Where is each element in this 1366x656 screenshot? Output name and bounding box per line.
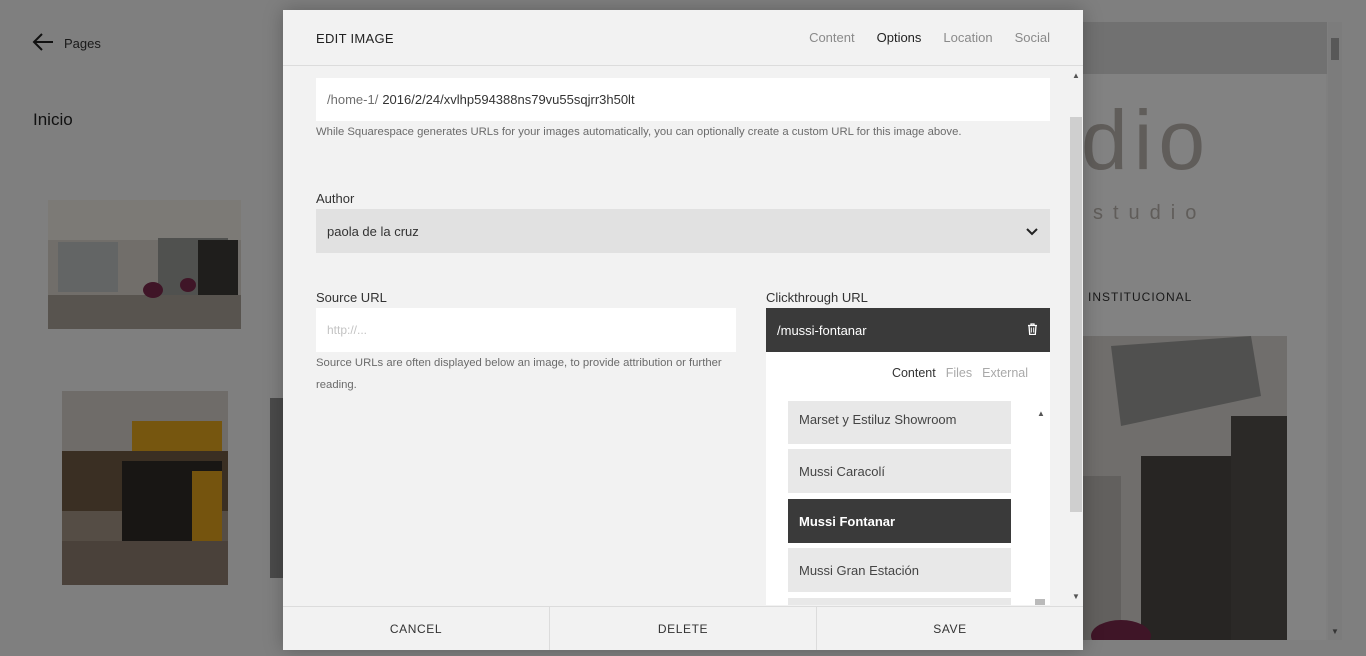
picker-list-item[interactable]: Mussi Caracolí	[788, 449, 1011, 493]
image-url-field[interactable]: /home-1/ 2016/2/24/xvlhp594388ns79vu55sq…	[316, 78, 1050, 121]
image-url-prefix: /home-1/	[327, 92, 379, 107]
picker-list-item[interactable]: Mussi Gran Estación	[788, 548, 1011, 592]
delete-button[interactable]: DELETE	[550, 607, 817, 650]
dialog-scrollbar[interactable]: ▲ ▼	[1069, 67, 1083, 605]
image-url-help: While Squarespace generates URLs for you…	[316, 126, 962, 138]
cancel-button[interactable]: CANCEL	[283, 607, 550, 650]
picker-tab-files[interactable]: Files	[946, 366, 972, 380]
tab-options[interactable]: Options	[877, 30, 922, 45]
clickthrough-url-label: Clickthrough URL	[766, 290, 868, 305]
scroll-down-arrow-icon[interactable]: ▼	[1072, 592, 1080, 601]
dialog-header: EDIT IMAGE Content Options Location Soci…	[283, 10, 1083, 66]
source-url-label: Source URL	[316, 290, 387, 305]
dialog-body: /home-1/ 2016/2/24/xvlhp594388ns79vu55sq…	[283, 67, 1083, 605]
source-url-help: Source URLs are often displayed below an…	[316, 357, 722, 391]
author-select[interactable]: paola de la cruz	[316, 209, 1050, 253]
dialog-tabs: Content Options Location Social	[809, 30, 1050, 45]
scroll-up-arrow-icon[interactable]: ▲	[1072, 71, 1080, 80]
tab-social[interactable]: Social	[1015, 30, 1050, 45]
tab-content[interactable]: Content	[809, 30, 855, 45]
link-picker-tabs: Content Files External	[892, 366, 1028, 380]
dialog-footer: CANCEL DELETE SAVE	[283, 606, 1083, 650]
picker-list-item[interactable]	[788, 598, 1011, 605]
source-url-input[interactable]: http://...	[316, 308, 736, 352]
dialog-title: EDIT IMAGE	[316, 31, 394, 46]
picker-list-item-selected[interactable]: Mussi Fontanar	[788, 499, 1011, 543]
picker-tab-external[interactable]: External	[982, 366, 1028, 380]
picker-scrollbar-thumb[interactable]	[1035, 599, 1045, 605]
picker-tab-content[interactable]: Content	[892, 366, 936, 380]
chevron-down-icon	[1026, 224, 1038, 239]
save-button[interactable]: SAVE	[817, 607, 1083, 650]
author-label: Author	[316, 191, 355, 206]
dialog-scrollbar-thumb[interactable]	[1070, 117, 1082, 512]
clickthrough-url-value: /mussi-fontanar	[777, 322, 867, 338]
picker-list-item[interactable]: Marset y Estiluz Showroom	[788, 401, 1011, 444]
trash-icon[interactable]	[1027, 322, 1038, 338]
link-picker: Content Files External Marset y Estiluz …	[766, 352, 1050, 605]
image-url-value: 2016/2/24/xvlhp594388ns79vu55sqjrr3h50lt	[382, 92, 635, 107]
edit-image-dialog: EDIT IMAGE Content Options Location Soci…	[283, 10, 1083, 650]
clickthrough-url-field[interactable]: /mussi-fontanar	[766, 308, 1050, 352]
author-value: paola de la cruz	[327, 223, 419, 239]
picker-scroll-up-icon[interactable]: ▲	[1037, 409, 1045, 418]
tab-location[interactable]: Location	[943, 30, 992, 45]
